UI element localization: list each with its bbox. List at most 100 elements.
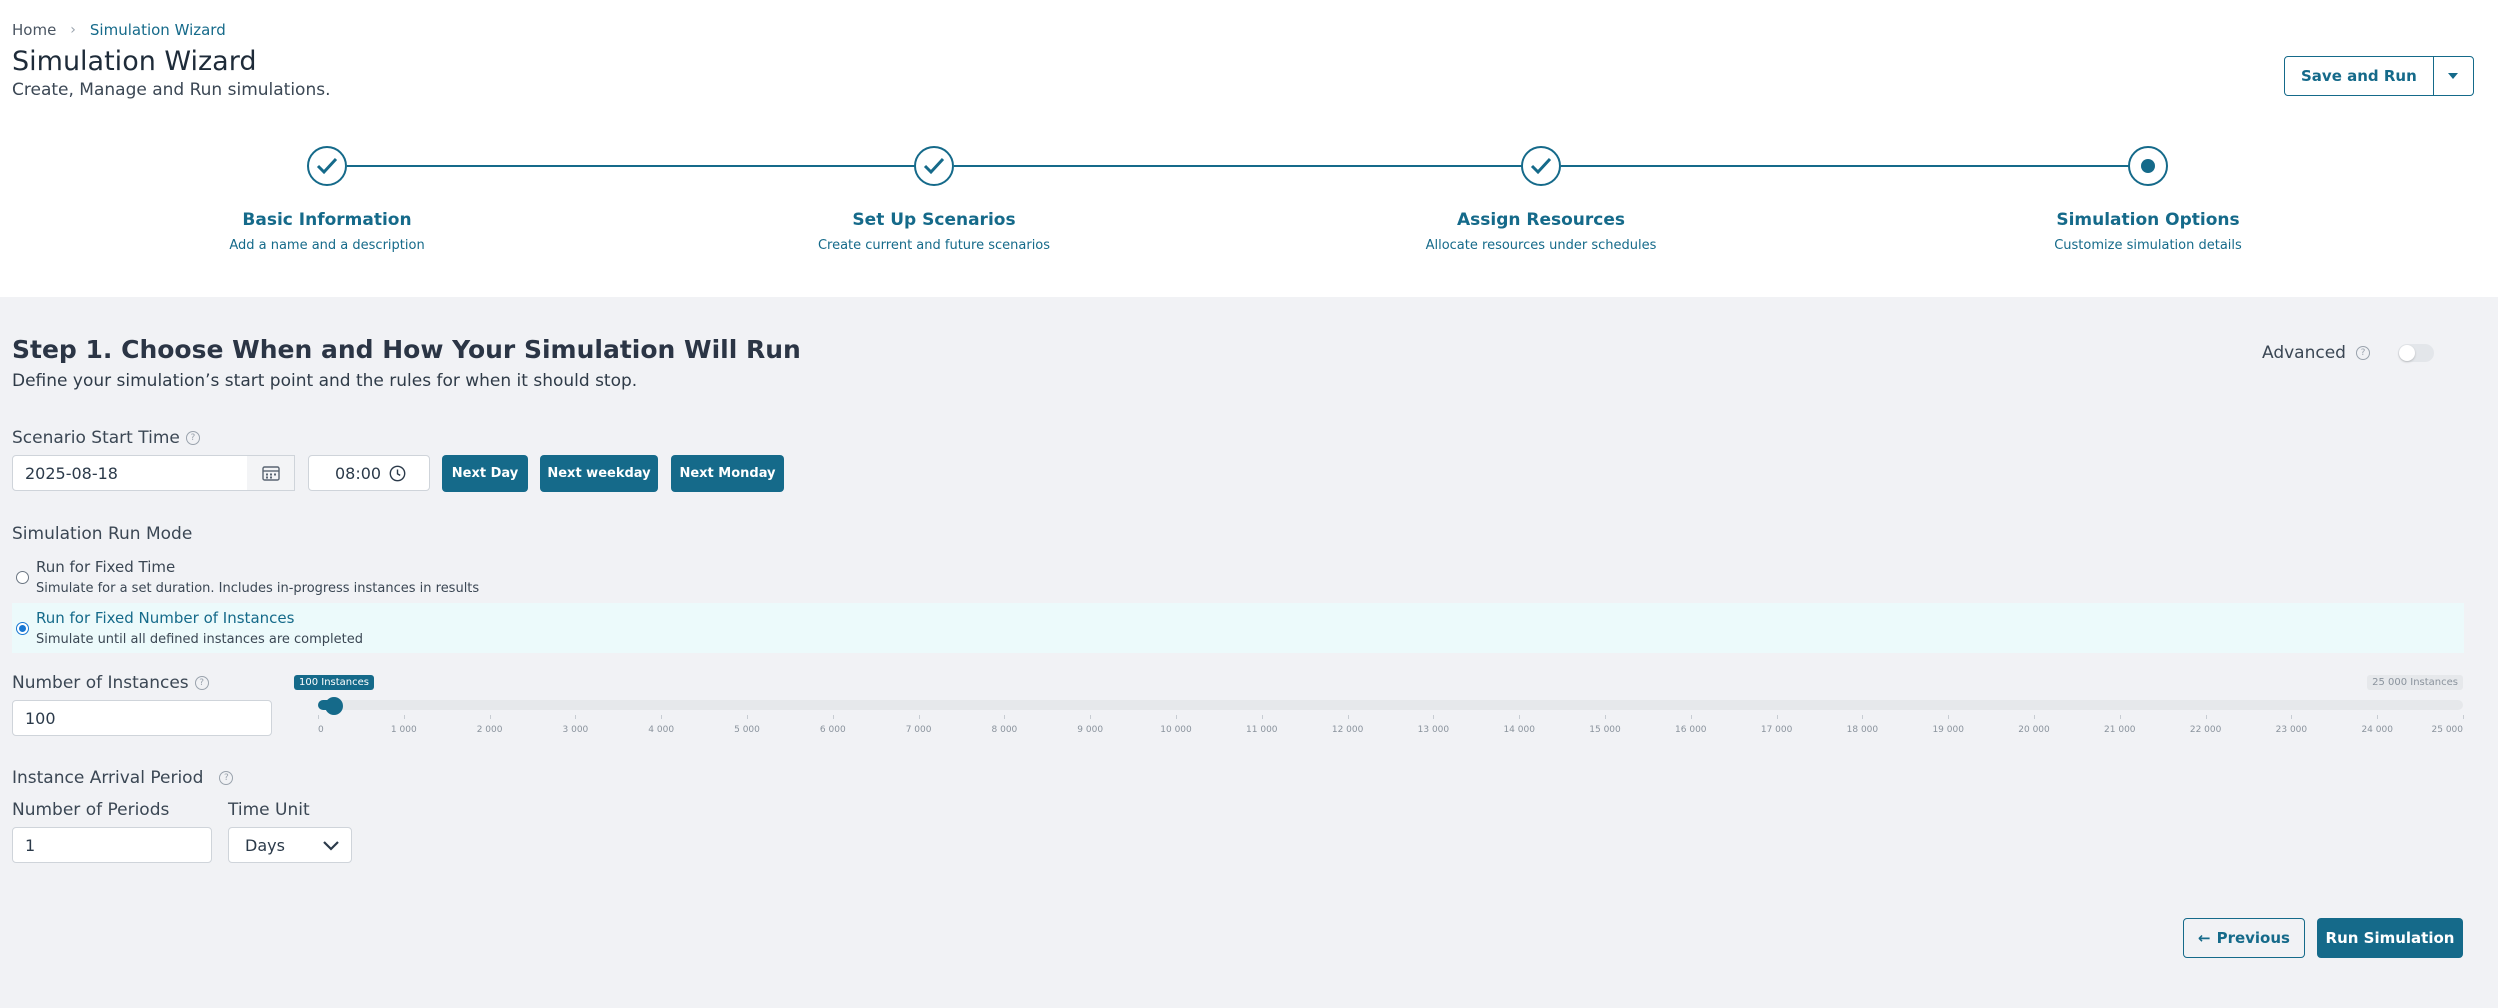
slider-tick-mark	[1690, 715, 1692, 719]
slider-track[interactable]	[318, 700, 2463, 710]
start-time-input[interactable]: 08:00	[308, 455, 430, 491]
arrival-label: Instance Arrival Period	[12, 768, 204, 788]
slider-tick-label: 25 000	[2431, 725, 2464, 735]
slider-tick-mark	[575, 715, 577, 719]
step-1-check-icon[interactable]	[307, 146, 347, 186]
next-day-button[interactable]: Next Day	[442, 455, 528, 492]
slider-value-bubble: 100 Instances	[293, 675, 375, 690]
step-4-title: Simulation Options	[2056, 210, 2240, 230]
option-desc: Simulate until all defined instances are…	[36, 632, 363, 647]
advanced-toggle-group: Advanced ?	[2262, 343, 2434, 363]
slider-tick-mark	[2291, 715, 2293, 719]
stepper-connector	[347, 165, 915, 167]
calendar-icon[interactable]	[247, 455, 295, 491]
help-icon[interactable]: ?	[185, 431, 200, 445]
slider-tick-label: 3 000	[562, 725, 589, 735]
slider-tick-mark	[489, 715, 491, 719]
slider-tick-mark	[918, 715, 920, 719]
radio-fixed-time[interactable]	[16, 571, 29, 584]
slider-tick-mark	[1347, 715, 1349, 719]
slider-tick-label: 4 000	[648, 725, 675, 735]
slider-tick-mark	[2205, 715, 2207, 719]
step-4-current-icon[interactable]	[2128, 146, 2168, 186]
slider-tick-mark	[2119, 715, 2121, 719]
advanced-toggle[interactable]	[2397, 344, 2434, 362]
slider-max-bubble: 25 000 Instances	[2367, 675, 2463, 690]
slider-tick-mark	[747, 715, 748, 719]
instances-slider[interactable]: 100 Instances 25 000 Instances 0 1 000 2 0…	[293, 675, 2464, 755]
slider-tick-label: 14 000	[1503, 725, 1535, 735]
instances-label-group: Number of Instances ?	[12, 673, 209, 693]
save-and-run-split-button: Save and Run	[2284, 56, 2474, 96]
slider-tick-mark	[1090, 715, 1092, 719]
chevron-down-icon	[323, 841, 339, 851]
periods-input[interactable]: 1	[12, 827, 212, 863]
slider-tick-mark	[1776, 715, 1778, 719]
breadcrumb-home[interactable]: Home	[12, 21, 56, 39]
slider-thumb[interactable]	[325, 697, 343, 715]
slider-tick-label: 5 000	[734, 725, 760, 735]
time-unit-label-text: Time Unit	[228, 800, 310, 820]
radio-fixed-instances[interactable]	[16, 622, 29, 635]
run-mode-option-fixed-instances[interactable]: Run for Fixed Number of Instances Simula…	[12, 603, 2464, 653]
help-icon[interactable]: ?	[194, 676, 209, 690]
arrival-label-group: Instance Arrival Period ?	[12, 768, 234, 788]
arrow-left-icon: ←	[2198, 929, 2211, 947]
periods-label-text: Number of Periods	[12, 800, 170, 820]
run-mode-label: Simulation Run Mode	[12, 524, 192, 544]
instances-label: Number of Instances	[12, 673, 189, 693]
periods-label: Number of Periods	[12, 800, 169, 820]
slider-tick-label: 16 000	[1675, 725, 1707, 735]
instances-input[interactable]: 100	[12, 700, 272, 736]
section-subtitle: Define your simulation’s start point and…	[12, 371, 638, 391]
next-monday-button[interactable]: Next Monday	[671, 455, 784, 492]
slider-tick-mark	[2377, 715, 2379, 719]
stepper-connector	[1561, 165, 2129, 167]
option-title: Run for Fixed Time	[36, 558, 176, 576]
slider-tick-label: 22 000	[2189, 725, 2222, 735]
step-4-desc: Customize simulation details	[2054, 238, 2242, 253]
slider-tick-mark	[1605, 715, 1606, 719]
slider-tick-label: 0	[318, 725, 324, 735]
slider-tick-label: 23 000	[2275, 725, 2308, 735]
advanced-label: Advanced	[2262, 343, 2346, 363]
help-icon[interactable]: ?	[2355, 346, 2370, 360]
slider-tick-label: 2 000	[476, 725, 503, 735]
slider-tick-mark	[318, 715, 319, 719]
step-2-desc: Create current and future scenarios	[817, 238, 1051, 253]
start-time-value: 08:00	[335, 463, 382, 483]
page-subtitle: Create, Manage and Run simulations.	[12, 80, 331, 100]
breadcrumb-current[interactable]: Simulation Wizard	[90, 21, 226, 39]
slider-tick-label: 19 000	[1932, 725, 1964, 735]
slider-tick-label: 20 000	[2018, 725, 2050, 735]
step-2-title: Set Up Scenarios	[852, 210, 1016, 230]
slider-tick-label: 12 000	[1331, 725, 1364, 735]
clock-icon	[389, 465, 406, 481]
previous-label: Previous	[2216, 929, 2290, 947]
section-title: Step 1. Choose When and How Your Simulat…	[12, 335, 801, 364]
step-1-desc: Add a name and a description	[229, 238, 425, 253]
start-date-input[interactable]: 2025-08-18	[12, 455, 248, 491]
previous-button[interactable]: ← Previous	[2183, 918, 2305, 958]
slider-tick-mark	[403, 715, 405, 719]
chevron-down-icon[interactable]	[2432, 57, 2473, 95]
slider-tick-mark	[1948, 715, 1950, 719]
time-unit-select[interactable]: Days	[228, 827, 352, 863]
save-and-run-button[interactable]: Save and Run	[2285, 57, 2433, 95]
slider-tick-label: 10 000	[1160, 725, 1192, 735]
next-weekday-button[interactable]: Next weekday	[540, 455, 658, 492]
slider-tick-label: 11 000	[1246, 725, 1278, 735]
slider-tick-mark	[2463, 715, 2464, 719]
slider-tick-label: 15 000	[1589, 725, 1621, 735]
toggle-knob	[2398, 345, 2415, 361]
start-time-label: Scenario Start Time	[12, 428, 180, 448]
slider-tick-label: 6 000	[819, 725, 846, 735]
slider-tick-label: 8 000	[991, 725, 1018, 735]
help-icon[interactable]: ?	[219, 771, 234, 785]
step-3-check-icon[interactable]	[1521, 146, 1561, 186]
run-mode-option-fixed-time[interactable]: Run for Fixed Time Simulate for a set du…	[12, 552, 2464, 602]
slider-tick-mark	[1176, 715, 1177, 719]
current-step-dot	[2141, 159, 2155, 173]
step-2-check-icon[interactable]	[914, 146, 954, 186]
run-simulation-button[interactable]: Run Simulation	[2317, 918, 2463, 958]
